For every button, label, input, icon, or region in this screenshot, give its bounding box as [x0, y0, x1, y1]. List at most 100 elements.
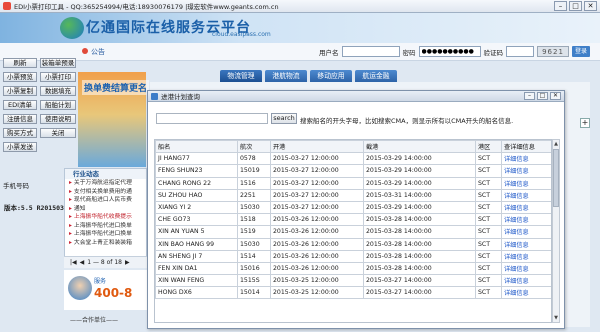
detail-link[interactable]: 详细信息 — [501, 286, 551, 300]
table-cell: 2015-03-28 14:00:00 — [363, 237, 476, 251]
service-hotline: 服务 400-8 — [64, 270, 150, 310]
search-button[interactable]: search — [271, 113, 297, 124]
news-item[interactable]: 关于万海航运指定代理 — [65, 179, 146, 188]
detail-link[interactable]: 详细信息 — [501, 164, 551, 178]
column-header[interactable]: 查详细信息 — [501, 140, 551, 154]
table-row[interactable]: SU ZHOU HAO 2251 2015-03-27 12:00:00 2015-0… — [155, 188, 551, 202]
table-row[interactable]: XIN BAO HANG 99 15030 2015-03-26 12:00:00 2… — [155, 237, 551, 251]
vessel-search-input[interactable] — [156, 113, 268, 124]
data-fill-button[interactable]: 数据填充 — [40, 86, 76, 96]
detail-link[interactable]: 详细信息 — [501, 249, 551, 263]
table-row[interactable]: XIN AN YUAN 5 1519 2015-03-26 12:00:00 2015… — [155, 225, 551, 239]
table-cell: 2015-03-26 12:00:00 — [270, 249, 364, 263]
detail-link[interactable]: 详细信息 — [501, 200, 551, 215]
dialog-close-button[interactable]: ✕ — [550, 92, 561, 100]
close-button[interactable]: ✕ — [584, 1, 597, 11]
detail-link[interactable]: 详细信息 — [501, 237, 551, 251]
table-cell: SCT — [475, 261, 502, 276]
edi-list-button[interactable]: EDI清单 — [3, 100, 37, 110]
table-cell: FENG SHUN23 — [155, 164, 238, 178]
detail-link[interactable]: 详细信息 — [501, 213, 551, 227]
table-row[interactable]: CHE GO73 1518 2015-03-26 12:00:00 2015-03-2… — [155, 213, 551, 227]
username-input[interactable] — [341, 46, 400, 57]
captcha-image[interactable]: 9621 — [537, 46, 569, 57]
dialog-minimize-button[interactable]: – — [524, 92, 535, 100]
first-page-icon[interactable]: |◀ — [70, 259, 77, 266]
table-row[interactable]: FEN XIN DA1 15016 2015-03-26 12:00:00 2015-… — [155, 261, 551, 276]
close-app-button[interactable]: 关闭 — [40, 128, 76, 138]
table-row[interactable]: XIANG YI 2 15030 2015-03-27 12:00:00 2015-0… — [155, 200, 551, 215]
table-cell: SU ZHOU HAO — [155, 188, 238, 202]
minimize-button[interactable]: – — [554, 1, 567, 11]
ticket-copy-button[interactable]: 小票复制 — [3, 86, 37, 96]
table-cell: 2015-03-27 12:00:00 — [270, 152, 364, 166]
promo-text: 换单费结算更名 — [82, 80, 150, 95]
purchase-button[interactable]: 购买方式 — [3, 128, 37, 138]
registration-button[interactable]: 注册信息 — [3, 114, 37, 124]
vessel-plan-button[interactable]: 船舶计划 — [40, 100, 76, 110]
left-toolbar: 刷新 装箱单预录 小票预览 小票打印 小票复制 数据填充 EDI清单 船舶计划 … — [0, 58, 76, 190]
tab-logistics-management[interactable]: 物流管理 — [220, 70, 262, 82]
table-cell: 2015-03-27 14:00:00 — [363, 274, 476, 288]
table-cell: 2015-03-31 14:00:00 — [363, 188, 476, 202]
news-item[interactable]: 通知 — [65, 205, 146, 214]
detail-link[interactable]: 详细信息 — [501, 225, 551, 239]
column-header[interactable]: 开港 — [270, 140, 364, 154]
packing-list-button[interactable]: 装箱单预录 — [40, 58, 76, 68]
table-cell: 15016 — [237, 261, 271, 276]
captcha-input[interactable] — [506, 46, 534, 57]
detail-link[interactable]: 详细信息 — [501, 176, 551, 190]
next-page-icon[interactable]: ▶ — [125, 259, 130, 266]
table-cell: JI HANG77 — [155, 152, 238, 166]
table-row[interactable]: JI HANG77 0578 2015-03-27 12:00:00 2015-03-… — [155, 152, 551, 166]
column-header[interactable]: 航次 — [237, 140, 271, 154]
scroll-thumb[interactable] — [553, 149, 559, 207]
column-header[interactable]: 港区 — [475, 140, 502, 154]
tab-shipping-finance[interactable]: 航运金融 — [355, 70, 397, 82]
username-label: 用户名 — [319, 48, 339, 57]
window-title-bar: EDI小票打印工具 - QQ:365254994/电话:18930076179 … — [0, 0, 600, 13]
table-cell: CHANG RONG 22 — [155, 176, 238, 190]
scroll-up-icon[interactable]: ▲ — [553, 140, 559, 148]
refresh-button[interactable]: 刷新 — [3, 58, 37, 68]
login-button[interactable]: 登录 — [572, 46, 590, 57]
detail-link[interactable]: 详细信息 — [501, 188, 551, 202]
table-row[interactable]: AN SHENG JI 7 1514 2015-03-26 12:00:00 2015… — [155, 249, 551, 263]
table-scrollbar[interactable]: ▲ ▼ — [552, 139, 560, 323]
expand-icon[interactable]: + — [580, 118, 590, 128]
news-item[interactable]: 支付相关换单费用的通 — [65, 188, 146, 197]
column-header[interactable]: 船名 — [155, 140, 238, 154]
instructions-button[interactable]: 使用说明 — [40, 114, 76, 124]
ticket-preview-button[interactable]: 小票预览 — [3, 72, 37, 82]
table-row[interactable]: XIN WAN FENG 1515S 2015-03-25 12:00:00 2015… — [155, 274, 551, 288]
ticket-send-button[interactable]: 小票发送 — [3, 142, 37, 152]
tab-mobile-apps[interactable]: 移动应用 — [310, 70, 352, 82]
brand-logo-icon — [60, 17, 84, 39]
brand-domain: cloud.easipass.com — [212, 31, 271, 38]
table-cell: HONG DX6 — [155, 286, 238, 300]
news-item[interactable]: 上海振华船代进口换单 — [65, 230, 146, 239]
scroll-down-icon[interactable]: ▼ — [553, 314, 559, 322]
table-row[interactable]: FENG SHUN23 15019 2015-03-27 12:00:00 2015-… — [155, 164, 551, 178]
table-row[interactable]: CHANG RONG 22 1516 2015-03-27 12:00:00 2015… — [155, 176, 551, 190]
notice-label: 公告 — [82, 47, 105, 57]
table-row[interactable]: HONG DX6 15014 2015-03-25 12:00:00 2015-03-… — [155, 286, 551, 300]
prev-page-icon[interactable]: ◀ — [80, 259, 85, 266]
password-input[interactable] — [418, 46, 481, 57]
dialog-maximize-button[interactable]: □ — [537, 92, 548, 100]
dialog-controls: – □ ✕ — [524, 92, 561, 100]
column-header[interactable]: 截港 — [363, 140, 476, 154]
maximize-button[interactable]: □ — [569, 1, 582, 11]
news-item[interactable]: 上海振华船代进口换单 — [65, 222, 146, 231]
tab-port-logistics[interactable]: 港航物流 — [265, 70, 307, 82]
phone-number-label: 手机号码 — [3, 182, 29, 190]
ticket-print-button[interactable]: 小票打印 — [40, 72, 76, 82]
news-item[interactable]: 上海振华船代收费提示 — [65, 213, 146, 222]
news-item[interactable]: 现代商船进口人民币费 — [65, 196, 146, 205]
table-cell: SCT — [475, 176, 502, 190]
table-cell: 2015-03-26 12:00:00 — [270, 213, 364, 227]
news-item[interactable]: 大会堂上青正和装装箱 — [65, 239, 146, 248]
detail-link[interactable]: 详细信息 — [501, 261, 551, 276]
detail-link[interactable]: 详细信息 — [501, 274, 551, 288]
detail-link[interactable]: 详细信息 — [501, 152, 551, 166]
